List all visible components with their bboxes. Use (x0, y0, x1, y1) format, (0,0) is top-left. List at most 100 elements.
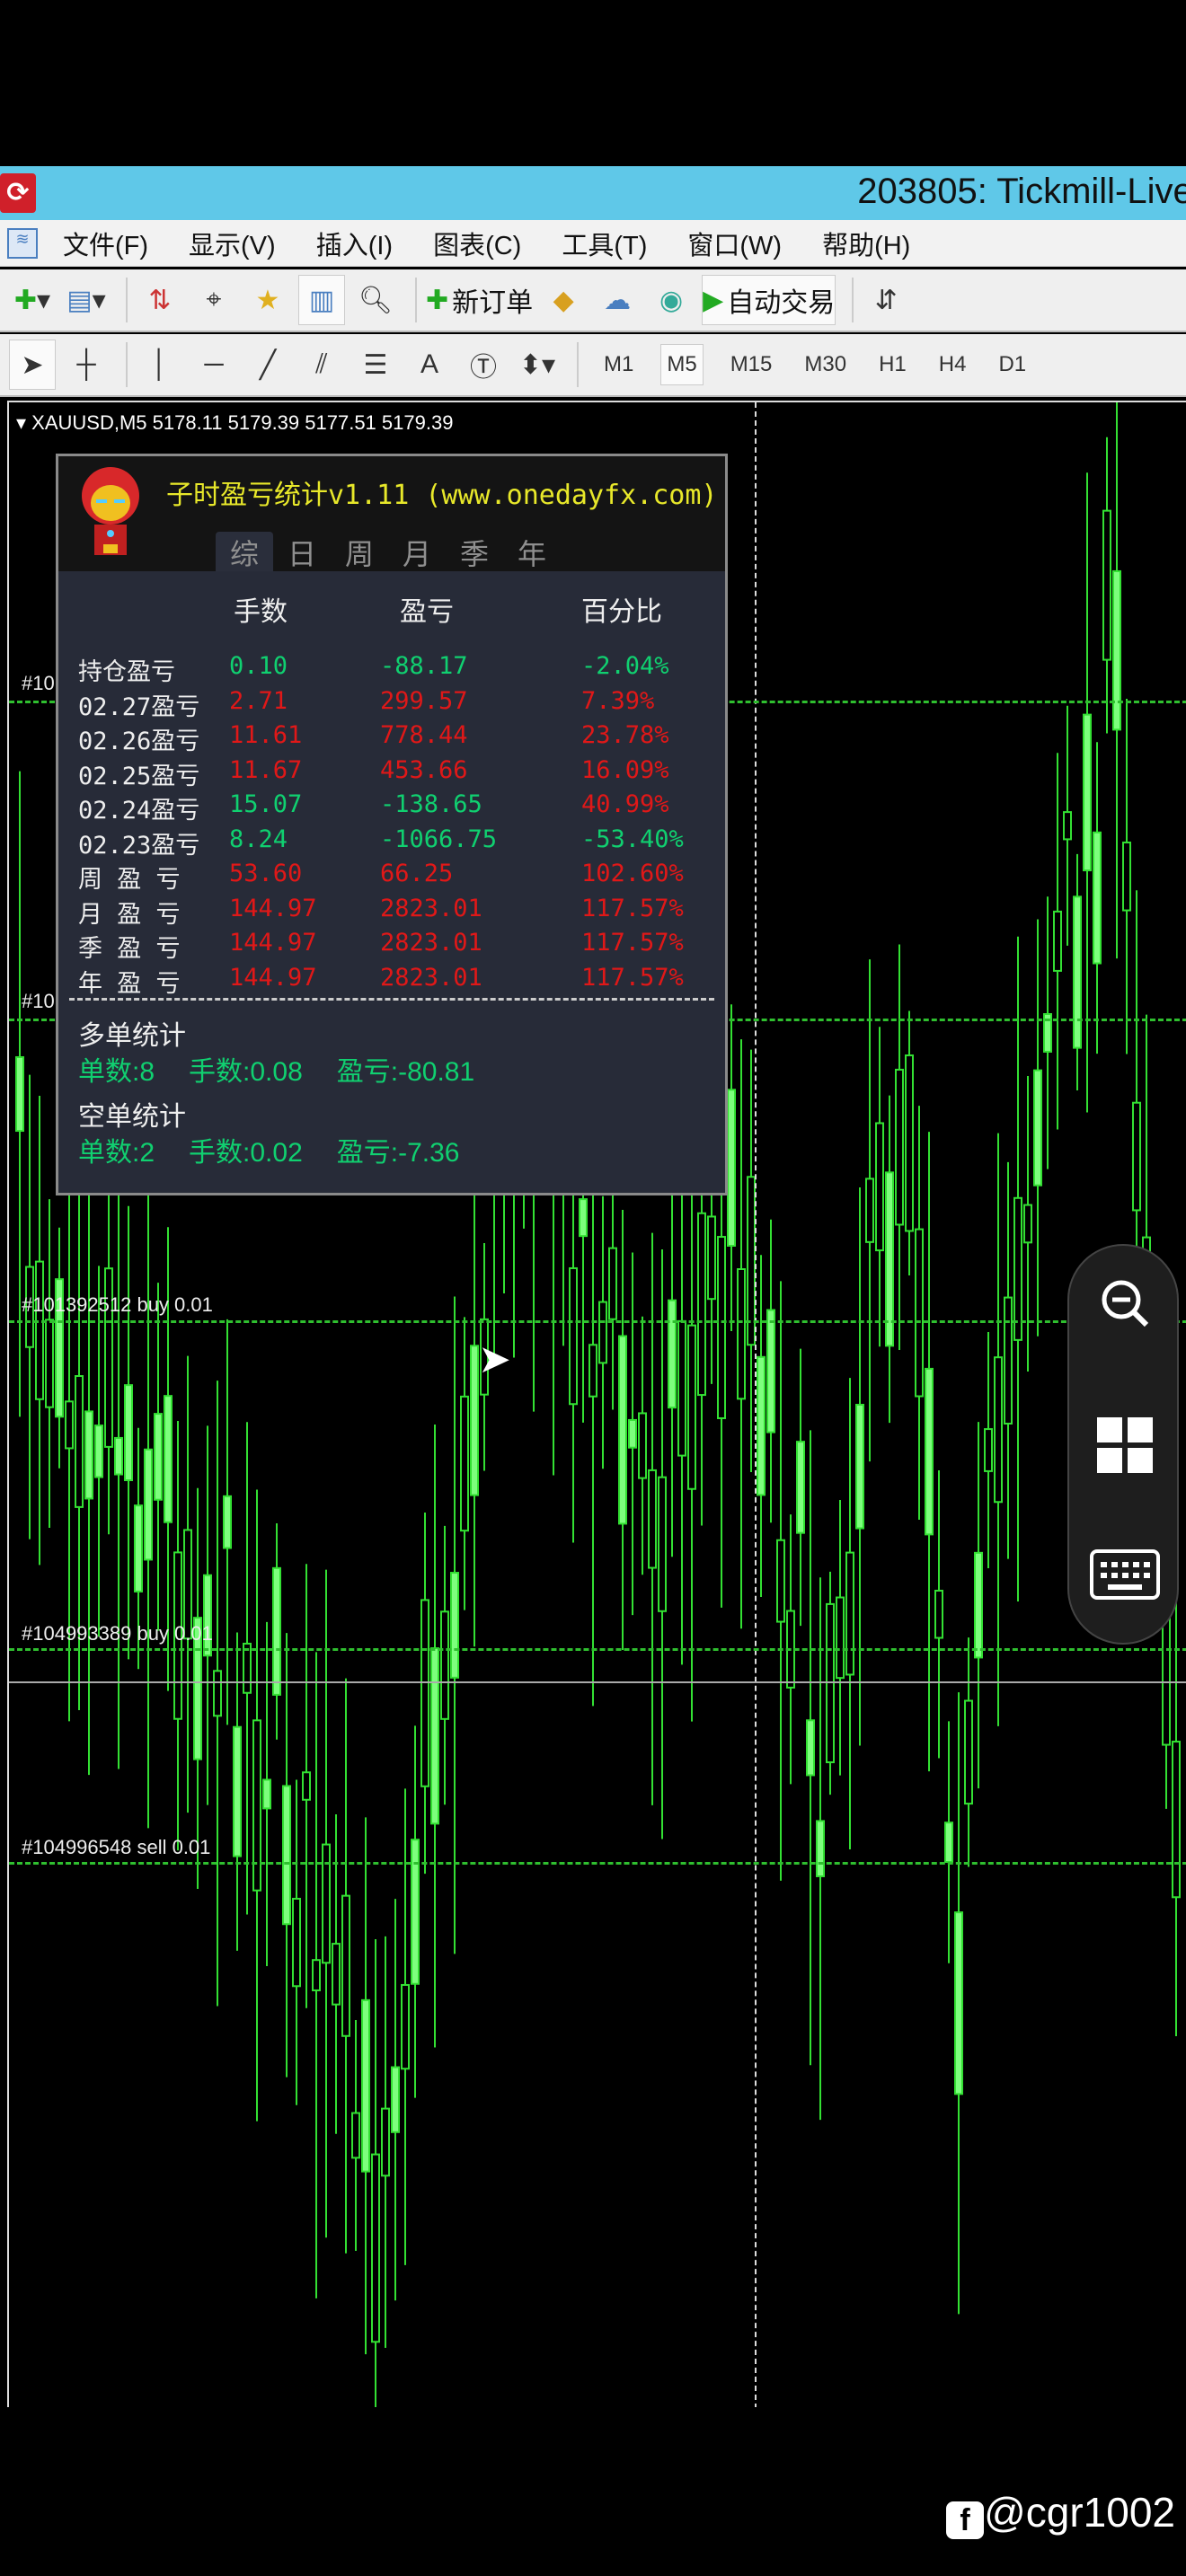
row-pnl: 2823.01 (380, 894, 482, 922)
candle-body (381, 2107, 390, 2177)
chart-shift-button[interactable]: ⇵ (863, 275, 909, 325)
candle-body (618, 1335, 627, 1525)
auto-trading-icon: ▶ (703, 285, 724, 315)
horizontal-line-tool[interactable]: ─ (190, 340, 237, 390)
candle-body (292, 1897, 301, 1988)
tab-day[interactable]: 日 (273, 532, 331, 571)
fibonacci-tool[interactable]: ☰ (352, 340, 399, 390)
text-label-tool[interactable]: Ⓣ (460, 340, 507, 390)
signals-button[interactable]: ◉ (648, 275, 695, 325)
row-label: 年 盈 亏 (78, 969, 181, 998)
short-stats-title: 空单统计 (78, 1102, 186, 1132)
tab-month[interactable]: 月 (388, 532, 446, 571)
social-logo-icon: f (946, 2501, 985, 2539)
equidistant-channel-tool[interactable]: ⫽ (298, 340, 345, 390)
stats-row: 02.27盈亏 2.71 299.57 7.39% (58, 687, 725, 721)
long-lots: 手数:0.08 (189, 1057, 303, 1087)
candle-body (589, 1344, 597, 1398)
timeframe-m15[interactable]: M15 (725, 345, 778, 384)
navigator-button[interactable]: ★ (244, 275, 291, 325)
short-stats-values: 单数:2 手数:0.02 盈亏:-7.36 (78, 1130, 493, 1169)
terminal-button[interactable]: ▥ (298, 275, 345, 325)
vps-button[interactable]: ☁ (594, 275, 641, 325)
menu-bar: ≋ 文件(F) 显示(V) 插入(I) 图表(C) 工具(T) 窗口(W) 帮助… (0, 220, 1186, 267)
candle-body (420, 1599, 429, 1787)
metaeditor-button[interactable]: ◆ (540, 275, 587, 325)
row-lots: 11.67 (229, 755, 303, 784)
new-chart-button[interactable]: ✚ ▾ (9, 275, 56, 325)
column-header-pnl: 盈亏 (400, 597, 454, 627)
profiles-button[interactable]: ▤ ▾ (63, 275, 110, 325)
row-percent: -2.04% (581, 652, 669, 680)
market-watch-button[interactable]: ⇅ (137, 275, 183, 325)
candle-body (262, 1778, 271, 1810)
candle-body (1083, 713, 1092, 872)
candle-body (757, 1355, 766, 1496)
keyboard-button[interactable] (1089, 1539, 1161, 1610)
candle-body (134, 1504, 143, 1592)
timeframe-m1[interactable]: M1 (598, 345, 639, 384)
candle-body (15, 1055, 24, 1133)
timeframe-h4[interactable]: H4 (934, 345, 972, 384)
candle-body (905, 1054, 914, 1232)
order-label: #10 (22, 990, 55, 1012)
candle-body (124, 1384, 133, 1482)
timeframe-m30[interactable]: M30 (799, 345, 852, 384)
candle-body (243, 1642, 252, 1694)
candle-body (638, 1412, 647, 1479)
tab-year[interactable]: 年 (503, 532, 561, 571)
long-stats-title: 多单统计 (78, 1021, 186, 1051)
chart-symbol-header: ▾ XAUUSD,M5 5178.11 5179.39 5177.51 5179… (16, 411, 454, 434)
row-lots: 53.60 (229, 860, 303, 887)
menu-insert[interactable]: 插入(I) (316, 225, 393, 262)
timeframe-d1[interactable]: D1 (993, 345, 1031, 384)
menu-charts[interactable]: 图表(C) (433, 225, 521, 262)
row-percent: 117.57% (581, 929, 684, 957)
row-pnl: 453.66 (380, 755, 468, 784)
arrows-tool[interactable]: ⬍▾ (514, 340, 561, 390)
candle-body (1132, 1101, 1141, 1212)
bid-price-line (9, 1681, 1186, 1683)
row-pnl: 66.25 (380, 860, 454, 887)
menu-file[interactable]: 文件(F) (63, 225, 148, 262)
tab-summary[interactable]: 综 (216, 532, 273, 571)
candle-body (1004, 1296, 1013, 1425)
candle-body (223, 1495, 232, 1549)
windows-button[interactable] (1089, 1409, 1161, 1481)
order-level-line (9, 1320, 1186, 1323)
candle-body (1053, 910, 1062, 972)
new-order-button[interactable]: ✚ 新订单 (426, 275, 533, 325)
candle-body (776, 1539, 785, 1623)
menu-tools[interactable]: 工具(T) (562, 225, 647, 262)
timeframe-h1[interactable]: H1 (873, 345, 912, 384)
row-pnl: 778.44 (380, 721, 468, 749)
chart-window-icon[interactable]: ≋ (7, 227, 38, 259)
data-window-button[interactable]: ⌖ (190, 275, 237, 325)
strategy-tester-button[interactable]: 🔍︎ (352, 275, 399, 325)
crosshair-tool[interactable]: ┼ (63, 340, 110, 390)
short-count: 单数:2 (78, 1138, 155, 1168)
menu-help[interactable]: 帮助(H) (822, 225, 910, 262)
tab-week[interactable]: 周 (331, 532, 388, 571)
candle-body (1093, 831, 1102, 965)
profiles-icon: ▤ (66, 285, 93, 315)
tab-quarter[interactable]: 季 (446, 532, 503, 571)
text-tool[interactable]: A (406, 340, 453, 390)
trendline-tool[interactable]: ╱ (244, 340, 291, 390)
stats-row: 02.26盈亏 11.61 778.44 23.78% (58, 721, 725, 755)
auto-trading-button[interactable]: ▶ 自动交易 (702, 275, 836, 325)
cursor-tool[interactable]: ➤ (9, 340, 56, 390)
order-label: #101392512 buy 0.01 (22, 1293, 213, 1316)
candle-body (579, 1198, 588, 1238)
separator (415, 278, 417, 322)
standard-toolbar: ✚ ▾ ▤ ▾ ⇅ ⌖ ★ ▥ 🔍︎ ✚ 新订单 ◆ ☁ ◉ ▶ 自动交易 ⇵ (0, 269, 1186, 332)
timeframe-m5[interactable]: M5 (660, 344, 704, 385)
candle-body (925, 1367, 934, 1536)
menu-window[interactable]: 窗口(W) (687, 225, 782, 262)
zoom-out-button[interactable] (1089, 1267, 1161, 1339)
period-tabs: 综 日 周 月 季 年 (216, 532, 561, 571)
menu-view[interactable]: 显示(V) (189, 225, 276, 262)
crosshair-icon: ⌖ (206, 285, 222, 314)
vertical-line-tool[interactable]: │ (137, 340, 183, 390)
arrows-icon: ⬍▾ (518, 349, 556, 380)
